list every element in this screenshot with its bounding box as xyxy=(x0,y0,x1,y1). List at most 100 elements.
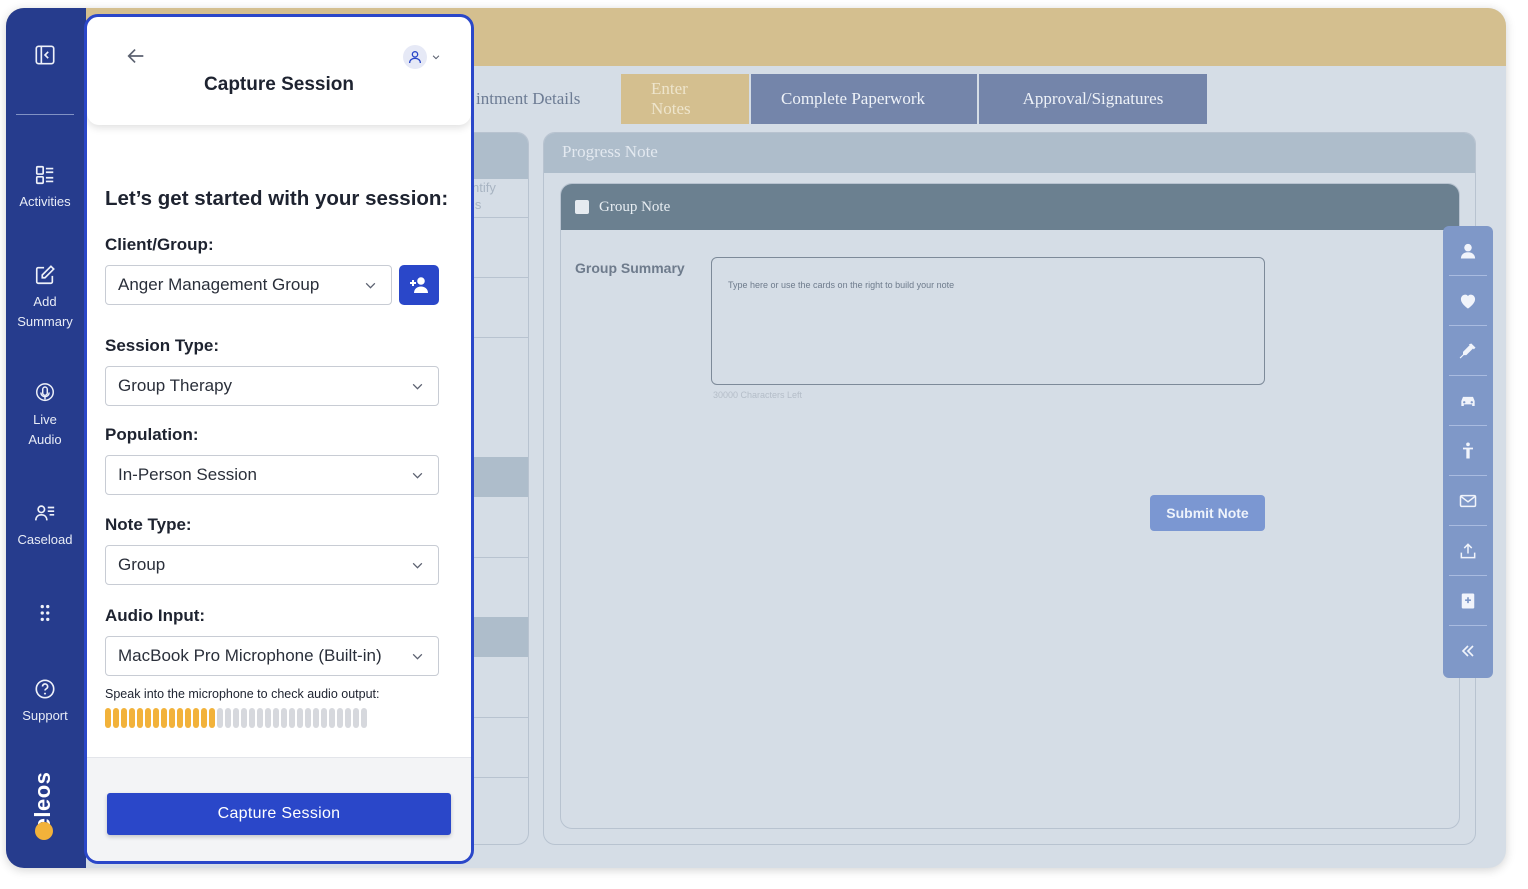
audio-level-segment xyxy=(233,708,239,728)
left-nav: Activities Add Summary Live Audio Caseload… xyxy=(6,8,86,868)
submit-note-button[interactable]: Submit Note xyxy=(1150,495,1265,531)
back-arrow-icon[interactable] xyxy=(125,45,147,67)
nav-label-caseload: Caseload xyxy=(17,532,73,547)
audio-level-segment xyxy=(217,708,223,728)
audio-level-meter xyxy=(105,708,367,728)
population-label: Population: xyxy=(105,425,199,444)
audio-input-select[interactable]: MacBook Pro Microphone (Built-in) xyxy=(105,636,439,676)
group-summary-label: Group Summary xyxy=(575,260,685,276)
session-type-select[interactable]: Group Therapy xyxy=(105,366,439,406)
chevron-down-icon xyxy=(412,472,423,479)
nav-item-caseload[interactable]: Caseload xyxy=(6,502,84,550)
client-group-value: Anger Management Group xyxy=(118,275,320,294)
car-icon[interactable] xyxy=(1449,376,1487,426)
audio-level-segment xyxy=(249,708,255,728)
microphone-icon xyxy=(36,383,54,402)
progress-note-title: Progress Note xyxy=(544,133,1475,173)
logo-mark-icon xyxy=(35,822,53,840)
nav-divider xyxy=(16,114,74,115)
audio-level-segment xyxy=(153,708,159,728)
panel-body: Let’s get started with your session: Cli… xyxy=(87,145,471,755)
upload-icon[interactable] xyxy=(1449,526,1487,576)
group-note-checkbox[interactable] xyxy=(575,200,589,214)
nav-item-live-audio[interactable]: Live Audio xyxy=(6,382,84,450)
left-column-ghost-text: ntify ls xyxy=(472,180,496,212)
client-group-select[interactable]: Anger Management Group xyxy=(105,265,392,305)
chevron-down-icon xyxy=(365,282,376,289)
audio-level-segment xyxy=(129,708,135,728)
panel-title: Capture Session xyxy=(204,74,354,95)
medical-book-icon[interactable] xyxy=(1449,576,1487,626)
audio-level-segment xyxy=(361,708,367,728)
figure-icon[interactable] xyxy=(1449,426,1487,476)
session-type-value: Group Therapy xyxy=(118,376,233,395)
list-row-selected[interactable] xyxy=(466,617,528,657)
mail-icon[interactable] xyxy=(1449,476,1487,526)
heart-icon[interactable] xyxy=(1449,276,1487,326)
tab-appointment-details[interactable]: intment Details xyxy=(466,74,621,124)
collapse-sidebar-icon[interactable] xyxy=(34,44,56,66)
audio-level-segment xyxy=(329,708,335,728)
audio-level-segment xyxy=(241,708,247,728)
list-row[interactable] xyxy=(466,337,528,338)
person-icon[interactable] xyxy=(1449,226,1487,276)
audio-level-segment xyxy=(225,708,231,728)
list-row-selected[interactable] xyxy=(466,457,528,497)
nav-item-more[interactable] xyxy=(6,602,84,630)
audio-level-segment xyxy=(353,708,359,728)
audio-level-segment xyxy=(321,708,327,728)
characters-left: 30000 Characters Left xyxy=(713,390,803,400)
note-type-value: Group xyxy=(118,555,166,574)
syringe-icon[interactable] xyxy=(1449,326,1487,376)
audio-level-segment xyxy=(193,708,199,728)
panel-header: Capture Session xyxy=(87,17,471,125)
audio-level-segment xyxy=(297,708,303,728)
chevron-down-icon xyxy=(432,55,440,60)
tab-approval-signatures[interactable]: Approval/Signatures xyxy=(979,74,1209,124)
activities-icon xyxy=(35,165,54,185)
list-row[interactable] xyxy=(466,717,528,718)
nav-item-add-summary[interactable]: Add Summary xyxy=(6,264,84,332)
double-chevron-left-icon[interactable] xyxy=(1449,626,1487,676)
audio-hint: Speak into the microphone to check audio… xyxy=(105,687,380,701)
population-select[interactable]: In-Person Session xyxy=(105,455,439,495)
user-icon xyxy=(409,51,421,64)
help-icon xyxy=(35,679,55,699)
user-menu[interactable] xyxy=(403,45,447,69)
intro-heading: Let’s get started with your session: xyxy=(105,187,449,210)
audio-level-segment xyxy=(273,708,279,728)
group-note-label: Group Note xyxy=(599,198,671,215)
group-note-header: Group Note xyxy=(561,184,1459,230)
group-summary-input[interactable]: Type here or use the cards on the right … xyxy=(711,257,1265,385)
audio-level-segment xyxy=(281,708,287,728)
audio-level-segment xyxy=(145,708,151,728)
nav-item-activities[interactable]: Activities xyxy=(6,164,84,212)
capture-session-button[interactable]: Capture Session xyxy=(107,793,451,835)
chevron-down-icon xyxy=(412,383,423,390)
list-row[interactable] xyxy=(466,277,528,278)
list-row[interactable] xyxy=(466,217,528,218)
tab-enter-notes[interactable]: Enter Notes xyxy=(621,74,751,124)
app-window: intment Details Enter Notes Complete Pap… xyxy=(6,8,1506,868)
left-column-list: ntify ls xyxy=(466,132,529,845)
note-type-label: Note Type: xyxy=(105,515,192,534)
eleos-logo: eleos xyxy=(30,768,60,840)
audio-level-segment xyxy=(137,708,143,728)
list-row[interactable] xyxy=(466,777,528,778)
audio-level-segment xyxy=(337,708,343,728)
audio-level-segment xyxy=(105,708,111,728)
panel-footer: Capture Session xyxy=(87,757,471,861)
nav-label-activities: Activities xyxy=(19,194,71,209)
tab-complete-paperwork[interactable]: Complete Paperwork xyxy=(751,74,979,124)
nav-item-support[interactable]: Support xyxy=(6,678,84,726)
population-value: In-Person Session xyxy=(118,465,257,484)
audio-level-segment xyxy=(201,708,207,728)
chevron-down-icon xyxy=(412,653,423,660)
right-card-toolbar xyxy=(1443,226,1493,678)
chevron-down-icon xyxy=(412,562,423,569)
group-note-section: Group Note Group Summary Type here or us… xyxy=(560,183,1460,829)
note-type-select[interactable]: Group xyxy=(105,545,439,585)
add-client-button[interactable] xyxy=(399,265,439,305)
audio-level-segment xyxy=(209,708,215,728)
list-row[interactable] xyxy=(466,557,528,558)
